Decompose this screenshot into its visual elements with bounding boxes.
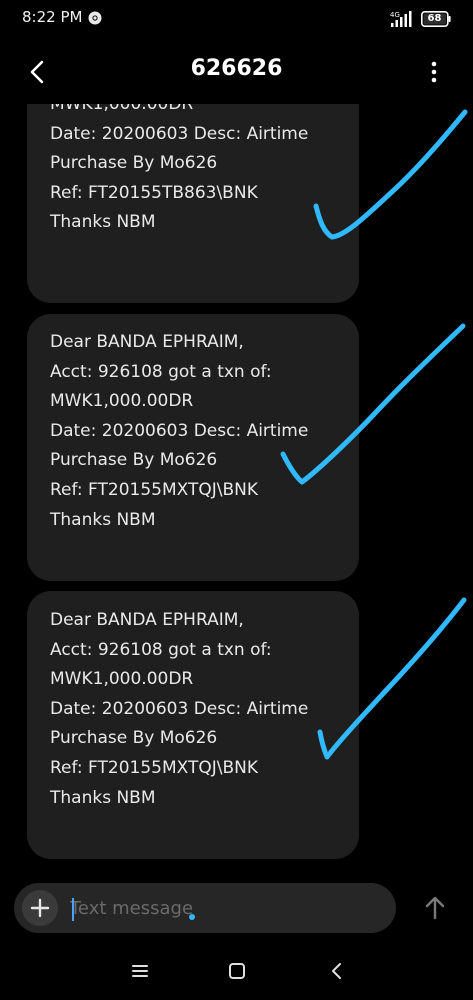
status-time: 8:22 PM — [22, 8, 83, 26]
message-line: Thanks NBM — [50, 509, 156, 530]
message-line: Date: 20200603 Desc: Airtime — [50, 420, 309, 441]
message-line: Acct: 926108 got a txn of: — [50, 361, 272, 382]
message-line: Purchase By Mo626 — [50, 728, 218, 749]
menu-icon[interactable] — [129, 960, 151, 982]
message-bubble[interactable]: Dear BANDA EPHRAIM, Acct: 926108 got a t… — [27, 314, 359, 581]
message-line: Date: 20200603 Desc: Airtime — [50, 123, 309, 144]
message-line: Thanks NBM — [50, 787, 156, 808]
status-bar: 8:22 PM 4G 68 — [0, 0, 473, 38]
message-bubble[interactable]: Dear BANDA EPHRAIM, Acct: 926108 got a t… — [27, 591, 359, 859]
message-line: Ref: FT20155MXTQJ\BNK — [50, 479, 259, 500]
plus-icon[interactable] — [22, 890, 58, 926]
message-line: MWK1,000.00DR — [50, 391, 194, 412]
chrome-icon — [88, 11, 102, 25]
message-input[interactable] — [70, 891, 370, 925]
message-line: Purchase By Mo626 — [50, 153, 218, 174]
network-type-label: 4G — [390, 11, 400, 19]
message-line: Dear BANDA EPHRAIM, — [50, 332, 244, 352]
message-composer — [0, 874, 473, 944]
message-line: MWK1,000.00DR — [50, 669, 194, 690]
text-cursor — [72, 898, 74, 921]
message-list[interactable]: MWK1,000.00DR Date: 20200603 Desc: Airti… — [0, 104, 473, 874]
compose-field[interactable] — [14, 883, 396, 933]
message-line: Purchase By Mo626 — [50, 450, 218, 471]
message-line: Acct: 926108 got a txn of: — [50, 639, 272, 660]
conversation-title: 626626 — [190, 56, 283, 81]
message-line: Ref: FT20155TB863\BNK — [50, 182, 258, 203]
message-line: Thanks NBM — [50, 212, 156, 233]
message-line: Dear BANDA EPHRAIM, — [50, 610, 244, 630]
annotation-dot — [189, 914, 195, 920]
message-line: Ref: FT20155MXTQJ\BNK — [50, 757, 259, 778]
square-icon[interactable] — [226, 960, 248, 982]
message-line: Date: 20200603 Desc: Airtime — [50, 698, 309, 719]
system-nav-bar — [0, 944, 473, 1000]
message-line: MWK1,000.00DR — [50, 104, 194, 114]
chevron-left-icon[interactable] — [326, 960, 348, 982]
battery-level: 68 — [427, 13, 442, 24]
more-vertical-icon[interactable] — [420, 56, 448, 88]
app-bar: 626626 — [0, 40, 473, 104]
signal-icon: 4G — [390, 11, 412, 27]
message-bubble[interactable]: MWK1,000.00DR Date: 20200603 Desc: Airti… — [27, 104, 359, 303]
arrow-up-icon[interactable] — [418, 891, 452, 925]
